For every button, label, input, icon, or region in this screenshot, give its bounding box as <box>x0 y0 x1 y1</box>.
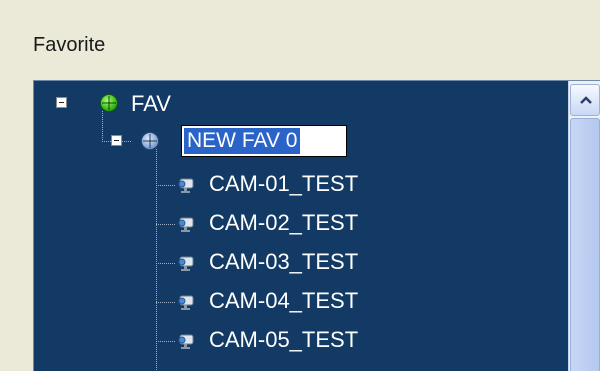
tree-connector <box>102 111 103 141</box>
camera-label: CAM-02_TEST <box>209 210 359 235</box>
collapse-toggle-fav[interactable] <box>56 97 67 108</box>
tree-node-camera[interactable]: CAM-02_TEST <box>34 208 564 240</box>
camera-icon <box>178 256 194 271</box>
vertical-scrollbar[interactable] <box>568 81 600 371</box>
globe-blue-icon <box>141 132 159 150</box>
camera-icon <box>178 334 194 349</box>
camera-label: CAM-05_TEST <box>209 327 359 352</box>
tree-node-camera[interactable]: CAM-05_TEST <box>34 325 564 357</box>
camera-icon <box>178 178 194 193</box>
panel-title: Favorite <box>33 34 106 56</box>
globe-green-icon <box>100 94 118 112</box>
scroll-thumb[interactable] <box>570 118 600 371</box>
chevron-up-icon <box>580 96 592 104</box>
tree-node-camera[interactable]: CAM-01_TEST <box>34 169 564 201</box>
tree-node-camera[interactable]: CAM-03_TEST <box>34 247 564 279</box>
rename-input[interactable]: NEW FAV 0 <box>181 125 347 157</box>
tree-node-camera[interactable]: CAM-04_TEST <box>34 286 564 318</box>
tree-node-fav[interactable]: FAV <box>131 91 171 117</box>
favorites-tree[interactable]: FAV NEW FAV 0 CAM-01_TEST CAM-02_TEST CA… <box>33 80 600 371</box>
camera-label: CAM-03_TEST <box>209 249 359 274</box>
collapse-toggle-new-fav[interactable] <box>111 135 122 146</box>
camera-icon <box>178 217 194 232</box>
rename-input-text[interactable]: NEW FAV 0 <box>184 128 301 154</box>
scroll-up-button[interactable] <box>570 84 600 116</box>
camera-label: CAM-01_TEST <box>209 171 359 196</box>
camera-label: CAM-04_TEST <box>209 288 359 313</box>
camera-icon <box>178 295 194 310</box>
